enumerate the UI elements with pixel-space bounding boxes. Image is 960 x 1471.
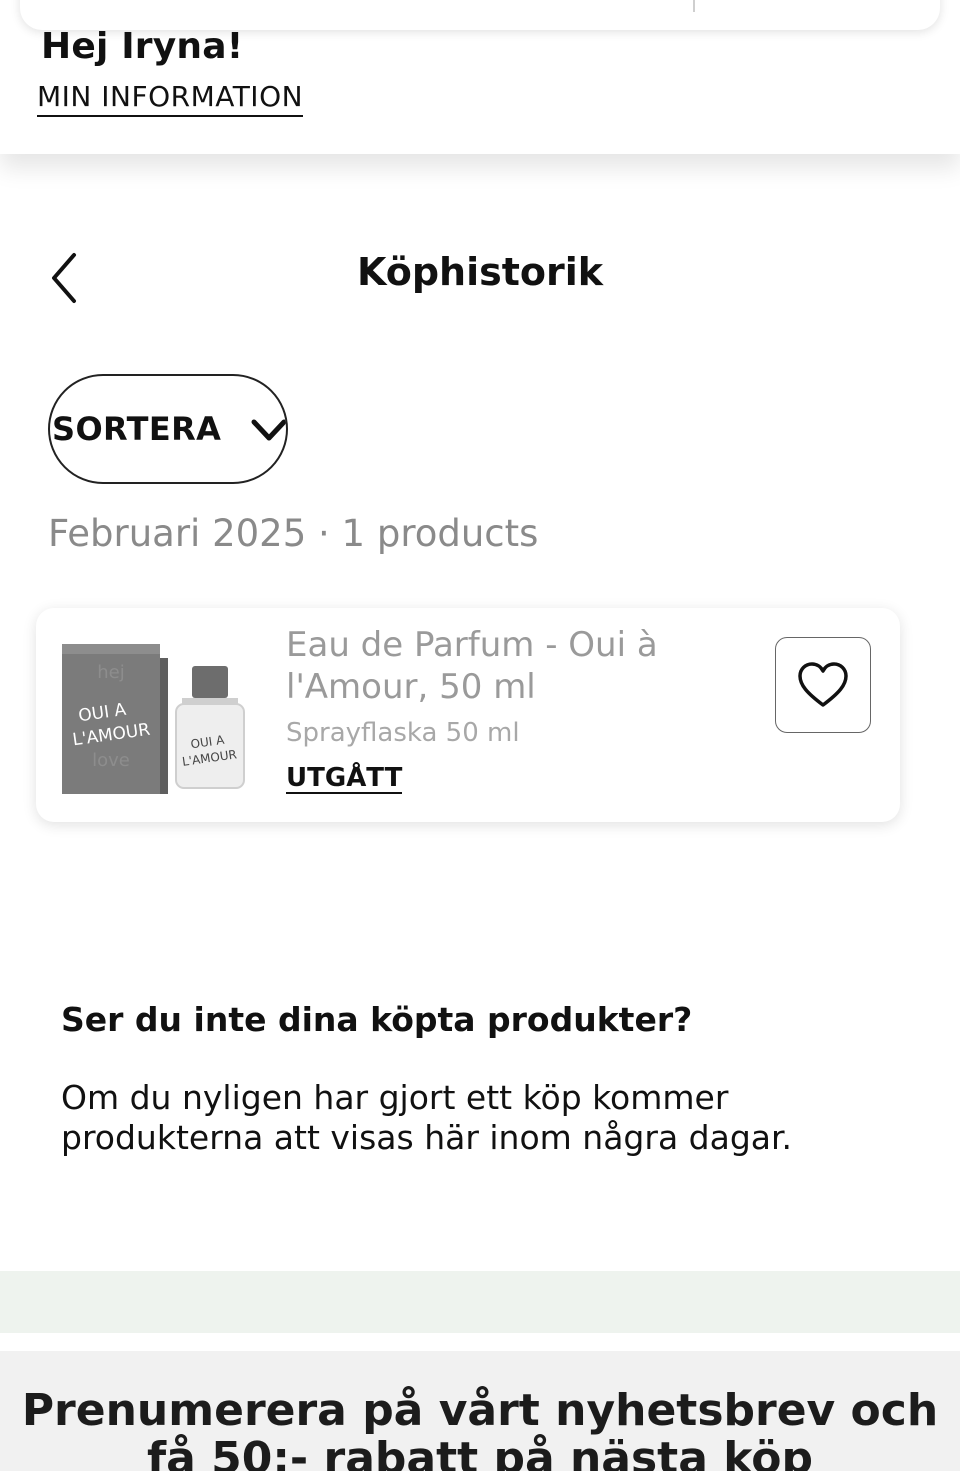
product-image[interactable]: hej love OUI A L'AMOUR OUI A L'AMOUR xyxy=(58,638,248,798)
product-card[interactable]: hej love OUI A L'AMOUR OUI A L'AMOUR Eau… xyxy=(36,608,900,822)
search-bar-divider xyxy=(693,0,695,12)
perfume-illustration: hej love OUI A L'AMOUR OUI A L'AMOUR xyxy=(62,644,245,794)
product-variant: Sprayflaska 50 ml xyxy=(286,718,520,748)
section-divider-band xyxy=(0,1271,960,1333)
newsletter-title: Prenumerera på vårt nyhetsbrev och få 50… xyxy=(21,1385,939,1471)
account-header: Hej Iryna! MIN INFORMATION xyxy=(0,0,960,154)
missing-products-text: Om du nyligen har gjort ett köp kommer p… xyxy=(61,1078,793,1157)
purchase-history-page: Hej Iryna! MIN INFORMATION Köphistorik S… xyxy=(0,0,960,1471)
sort-label: SORTERA xyxy=(52,410,222,448)
newsletter-section: Prenumerera på vårt nyhetsbrev och få 50… xyxy=(0,1351,960,1471)
heart-outline-icon xyxy=(798,662,848,707)
sort-button[interactable]: SORTERA xyxy=(48,374,288,484)
favorite-button[interactable] xyxy=(775,637,871,733)
product-status-link[interactable]: UTGÅTT xyxy=(286,764,403,794)
month-group-heading: Februari 2025 · 1 products xyxy=(48,512,539,555)
product-name[interactable]: Eau de Parfum - Oui à l'Amour, 50 ml xyxy=(286,624,746,708)
missing-products-heading: Ser du inte dina köpta produkter? xyxy=(61,1000,693,1039)
svg-text:love: love xyxy=(92,750,130,771)
greeting: Hej Iryna! xyxy=(41,26,244,67)
page-title: Köphistorik xyxy=(356,250,604,294)
chevron-down-icon xyxy=(251,419,286,441)
my-information-link[interactable]: MIN INFORMATION xyxy=(37,80,304,117)
svg-text:hej: hej xyxy=(97,662,124,683)
